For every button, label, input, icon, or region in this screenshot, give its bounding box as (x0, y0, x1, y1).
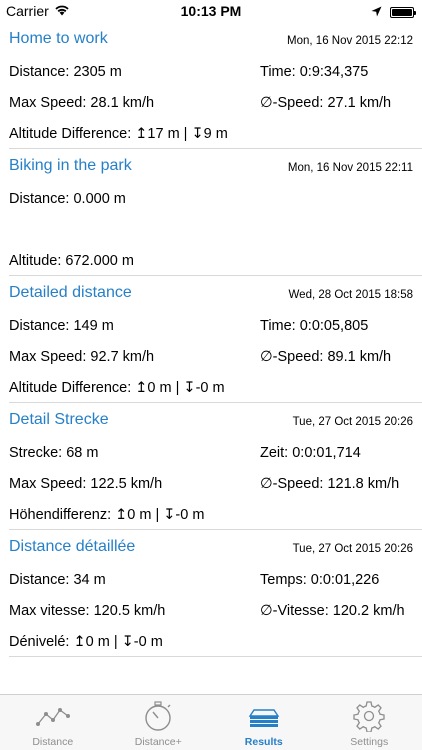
tab-settings[interactable]: Settings (317, 695, 422, 750)
tab-distance[interactable]: Distance (0, 695, 106, 750)
result-title: Detail Strecke (9, 411, 109, 428)
result-title: Distance détaillée (9, 538, 136, 555)
stopwatch-icon (141, 701, 175, 731)
tab-label: Distance+ (134, 736, 182, 748)
result-altitude: Altitude Difference: ↥0 m | ↧-0 m (9, 380, 225, 396)
result-date: Mon, 16 Nov 2015 22:11 (287, 162, 413, 174)
results-list[interactable]: Home to work Mon, 16 Nov 2015 22:12 Dist… (0, 22, 422, 694)
result-altitude: Altitude: 672.000 m (9, 253, 134, 269)
result-item-3[interactable]: Detail Strecke Tue, 27 Oct 2015 20:26 St… (0, 403, 422, 530)
result-avg-speed: ∅-Vitesse: 120.2 km/h (260, 603, 405, 619)
result-item-0[interactable]: Home to work Mon, 16 Nov 2015 22:12 Dist… (0, 22, 422, 149)
result-distance: Distance: 0.000 m (9, 191, 126, 207)
result-altitude: Höhendifferenz: ↥0 m | ↧-0 m (9, 507, 205, 523)
stacked-layers-icon (247, 701, 281, 731)
result-max-speed: Max vitesse: 120.5 km/h (9, 603, 166, 619)
result-item-4[interactable]: Distance détaillée Tue, 27 Oct 2015 20:2… (0, 530, 422, 657)
status-right (371, 4, 416, 20)
result-title: Biking in the park (9, 157, 132, 174)
result-time: Zeit: 0:0:01,714 (260, 445, 361, 461)
result-date: Mon, 16 Nov 2015 22:12 (287, 35, 413, 47)
result-avg-speed: ∅-Speed: 27.1 km/h (260, 95, 392, 111)
result-item-1[interactable]: Biking in the park Mon, 16 Nov 2015 22:1… (0, 149, 422, 276)
result-distance: Strecke: 68 m (9, 445, 99, 461)
tab-label: Settings (350, 736, 389, 748)
result-distance: Distance: 149 m (9, 318, 114, 334)
result-time: Time: 0:0:05,805 (260, 318, 369, 334)
result-date: Wed, 28 Oct 2015 18:58 (288, 289, 413, 301)
result-altitude: Dénivelé: ↥0 m | ↧-0 m (9, 634, 163, 650)
tab-distance-plus[interactable]: Distance+ (106, 695, 212, 750)
result-title: Home to work (9, 30, 108, 47)
result-distance: Distance: 2305 m (9, 64, 122, 80)
result-max-speed: Max Speed: 92.7 km/h (9, 349, 155, 365)
result-title: Detailed distance (9, 284, 132, 301)
result-date: Tue, 27 Oct 2015 20:26 (292, 543, 413, 555)
tab-bar: Distance Distance+ Results Settings (0, 694, 422, 750)
location-arrow-icon (371, 4, 382, 20)
tab-results[interactable]: Results (211, 695, 317, 750)
gear-icon (352, 701, 386, 732)
result-date: Tue, 27 Oct 2015 20:26 (292, 416, 413, 428)
result-time: Time: 0:9:34,375 (260, 64, 369, 80)
result-avg-speed: ∅-Speed: 89.1 km/h (260, 349, 392, 365)
result-distance: Distance: 34 m (9, 572, 106, 588)
result-altitude: Altitude Difference: ↥17 m | ↧9 m (9, 126, 228, 142)
line-graph-icon (35, 701, 70, 731)
result-avg-speed: ∅-Speed: 121.8 km/h (260, 476, 400, 492)
result-max-speed: Max Speed: 28.1 km/h (9, 95, 155, 111)
battery-icon (390, 6, 416, 18)
result-max-speed: Max Speed: 122.5 km/h (9, 476, 163, 492)
status-bar: Carrier 10:13 PM (0, 0, 422, 22)
status-time: 10:13 PM (180, 3, 242, 19)
tab-label: Results (244, 736, 283, 748)
tab-label: Distance (32, 736, 74, 748)
result-time: Temps: 0:0:01,226 (260, 572, 380, 588)
result-item-2[interactable]: Detailed distance Wed, 28 Oct 2015 18:58… (0, 276, 422, 403)
